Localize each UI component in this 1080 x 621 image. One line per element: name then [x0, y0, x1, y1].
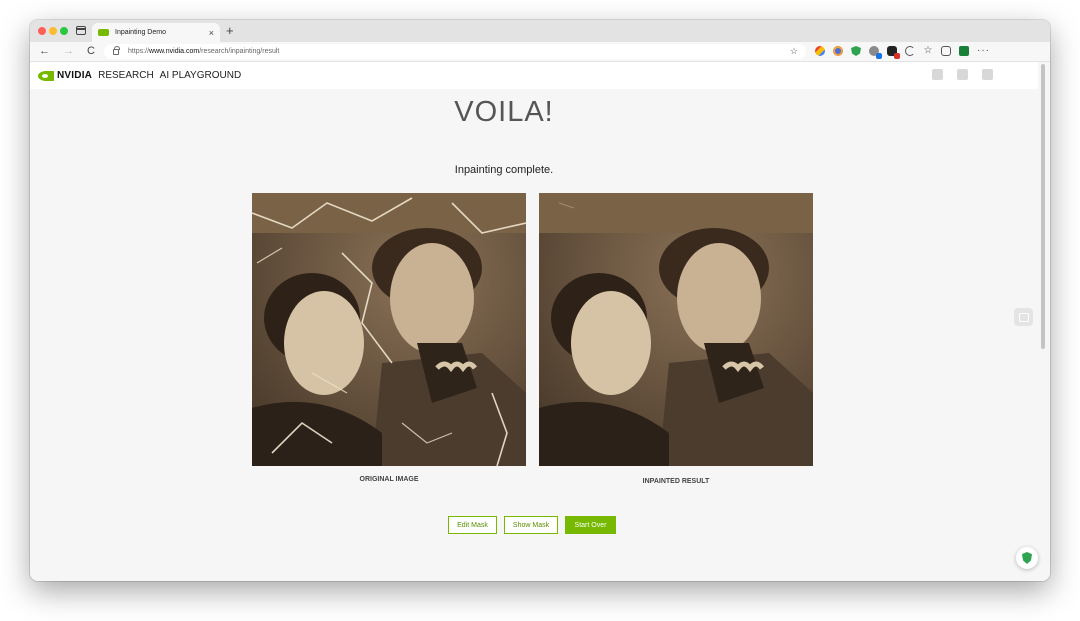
linkedin-icon[interactable] — [982, 69, 993, 80]
page-content: NVIDIA RESEARCH AI PLAYGROUND — [30, 62, 1038, 581]
inpainted-photo-art — [539, 193, 813, 466]
more-menu-icon[interactable]: ··· — [977, 46, 990, 56]
url-path: /research/inpainting/result — [199, 48, 280, 55]
edit-mask-button[interactable]: Edit Mask — [448, 516, 497, 534]
show-mask-button[interactable]: Show Mask — [504, 516, 558, 534]
inpainted-image — [539, 193, 813, 466]
original-photo-art — [252, 193, 526, 466]
extension-dark-icon[interactable] — [887, 46, 900, 59]
tab-actions-icon[interactable] — [76, 26, 86, 35]
inpainted-result-caption: INPAINTED RESULT — [642, 478, 710, 485]
address-toolbar: ← → C https://www.nvidia.com/research/in… — [30, 42, 1050, 62]
address-bar[interactable]: https://www.nvidia.com/research/inpainti… — [104, 44, 806, 59]
tab-inpainting-demo[interactable]: Inpainting Demo × — [92, 23, 220, 42]
brand-research: RESEARCH — [98, 70, 154, 81]
twitter-icon[interactable] — [1007, 69, 1018, 80]
close-window-icon[interactable] — [38, 27, 46, 35]
start-over-button[interactable]: Start Over — [565, 516, 616, 534]
floating-shield-icon[interactable] — [1016, 547, 1038, 569]
minimize-window-icon[interactable] — [49, 27, 57, 35]
scrollbar[interactable] — [1038, 62, 1050, 581]
extensions-area: ☆ ··· — [815, 46, 990, 59]
status-message: Inpainting complete. — [454, 164, 554, 176]
side-feedback-icon[interactable] — [1014, 308, 1033, 326]
social-links — [932, 69, 1018, 80]
url-domain: www.nvidia.com — [149, 48, 200, 55]
page-title: VOILA! — [454, 96, 554, 128]
tab-title: Inpainting Demo — [115, 29, 166, 36]
extension-gray-icon[interactable] — [869, 46, 882, 59]
collections-icon[interactable] — [941, 46, 951, 56]
forward-button[interactable]: → — [63, 44, 74, 58]
extension-colorful-icon[interactable] — [815, 46, 825, 56]
extension-globe-icon[interactable] — [833, 46, 843, 56]
mail-icon[interactable] — [957, 69, 968, 80]
site-header: NVIDIA RESEARCH AI PLAYGROUND — [30, 62, 1038, 89]
extension-badge — [876, 53, 882, 59]
lock-icon[interactable] — [113, 45, 120, 55]
maximize-window-icon[interactable] — [60, 27, 68, 35]
brand-name: NVIDIA — [57, 70, 93, 81]
facebook-icon[interactable] — [932, 69, 943, 80]
extension-refresh-icon[interactable] — [905, 46, 915, 56]
tab-close-icon[interactable]: × — [209, 28, 214, 38]
tab-bar: Inpainting Demo × + — [30, 20, 1050, 42]
original-image — [252, 193, 526, 466]
url-prefix: https:// — [128, 48, 150, 55]
brand-playground: AI PLAYGROUND — [159, 70, 242, 81]
url-text: https://www.nvidia.com/research/inpainti… — [128, 48, 279, 55]
extension-shield-icon[interactable] — [851, 46, 861, 56]
nvidia-logo[interactable]: NVIDIA RESEARCH AI PLAYGROUND — [38, 70, 241, 81]
extension-badge — [894, 53, 900, 59]
reload-button[interactable]: C — [87, 44, 95, 58]
favorites-icon[interactable]: ☆ — [923, 46, 933, 56]
back-button[interactable]: ← — [39, 44, 50, 58]
nvidia-favicon-icon — [98, 29, 109, 36]
nvidia-eye-icon — [38, 70, 54, 81]
scroll-thumb[interactable] — [1041, 64, 1045, 349]
original-image-caption: ORIGINAL IMAGE — [359, 476, 419, 483]
new-tab-button[interactable]: + — [226, 23, 234, 39]
add-favorite-icon[interactable]: ☆ — [790, 46, 798, 57]
extension-green-icon[interactable] — [959, 46, 969, 56]
